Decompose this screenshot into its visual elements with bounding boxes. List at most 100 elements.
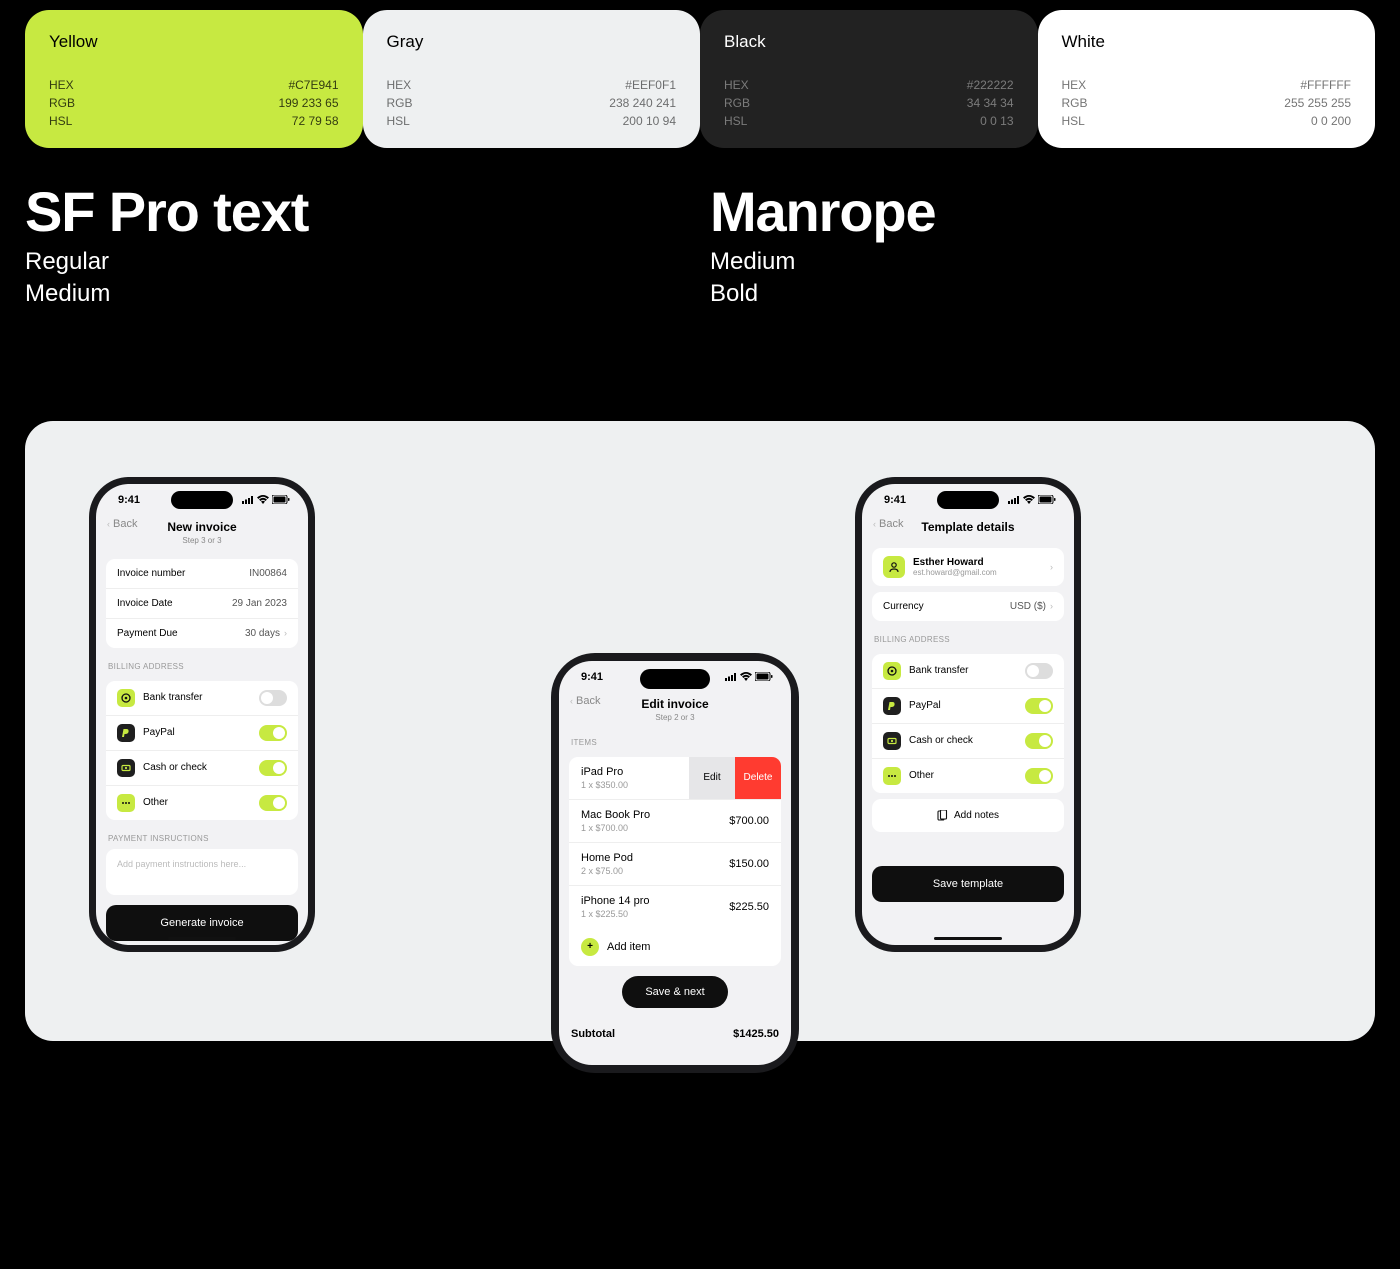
toggle-cash[interactable] (259, 760, 287, 776)
back-button[interactable]: ‹Back (107, 518, 137, 530)
invoice-meta-card: Invoice numberIN00864 Invoice Date29 Jan… (106, 559, 298, 648)
wifi-icon (740, 672, 752, 681)
back-button[interactable]: ‹Back (873, 518, 903, 530)
dynamic-island (937, 491, 999, 509)
toggle-other[interactable] (1025, 768, 1053, 784)
edit-button[interactable]: Edit (689, 757, 735, 799)
font-weight: Medium (710, 246, 1375, 278)
cash-icon (117, 759, 135, 777)
chevron-right-icon: › (284, 628, 287, 638)
font-weight: Regular (25, 246, 690, 278)
swatch-white: White HEX#FFFFFF RGB255 255 255 HSL0 0 2… (1038, 10, 1376, 148)
battery-icon (755, 672, 773, 681)
payment-other: Other (106, 785, 298, 820)
mockup-stage: 9:41 ‹Back New invoice Step 3 or 3 (25, 421, 1375, 1041)
contact-email: est.howard@gmail.com (913, 568, 1042, 577)
currency-card[interactable]: Currency USD ($)› (872, 592, 1064, 621)
payment-instructions-input[interactable]: Add payment instructions here... (106, 849, 298, 895)
save-template-button[interactable]: Save template (872, 866, 1064, 902)
payment-cash: Cash or check (872, 723, 1064, 758)
status-time: 9:41 (884, 494, 906, 506)
payment-other: Other (872, 758, 1064, 793)
invoice-number-row[interactable]: Invoice numberIN00864 (106, 559, 298, 588)
phone-template-details: 9:41 ‹Back Template details Esther Howar… (855, 477, 1081, 952)
screen-subtitle: Step 3 or 3 (96, 536, 308, 545)
bank-icon (117, 689, 135, 707)
delete-button[interactable]: Delete (735, 757, 781, 799)
item-row-swiped: iPad Pro1 x $350.00 Edit Delete (569, 757, 781, 799)
toggle-bank[interactable] (1025, 663, 1053, 679)
typography-section: SF Pro text Regular Medium Manrope Mediu… (0, 148, 1400, 311)
swatch-black: Black HEX#222222 RGB34 34 34 HSL0 0 13 (700, 10, 1038, 148)
swatch-gray: Gray HEX#EEF0F1 RGB238 240 241 HSL200 10… (363, 10, 701, 148)
contact-card[interactable]: Esther Howard est.howard@gmail.com › (872, 548, 1064, 586)
other-icon (117, 794, 135, 812)
toggle-other[interactable] (259, 795, 287, 811)
save-next-button[interactable]: Save & next (622, 976, 728, 1008)
status-time: 9:41 (118, 494, 140, 506)
payment-bank-transfer: Bank transfer (106, 681, 298, 715)
back-button[interactable]: ‹Back (570, 695, 600, 707)
swatch-yellow: Yellow HEX#C7E941 RGB199 233 65 HSL72 79… (25, 10, 363, 148)
signal-icon (242, 496, 254, 504)
chevron-left-icon: ‹ (107, 519, 110, 529)
screen-subtitle: Step 2 or 3 (559, 713, 791, 722)
section-label: ITEMS (559, 730, 791, 751)
payment-bank-transfer: Bank transfer (872, 654, 1064, 688)
toggle-paypal[interactable] (1025, 698, 1053, 714)
paypal-icon (883, 697, 901, 715)
font-weight: Medium (25, 278, 690, 310)
swatch-name: Yellow (49, 32, 339, 52)
bank-icon (883, 662, 901, 680)
cash-icon (883, 732, 901, 750)
swatch-name: Gray (387, 32, 677, 52)
battery-icon (272, 495, 290, 504)
invoice-date-row[interactable]: Invoice Date29 Jan 2023 (106, 588, 298, 618)
payment-methods-card: Bank transfer PayPal Cash or check Other (872, 654, 1064, 793)
avatar-icon (883, 556, 905, 578)
section-label: PAYMENT INSRUCTIONS (96, 826, 308, 847)
payment-methods-card: Bank transfer PayPal Cash or check Other (106, 681, 298, 820)
payment-due-row[interactable]: Payment Due30 days› (106, 618, 298, 648)
subtotal-row: Subtotal $1425.50 (559, 1018, 791, 1050)
chevron-left-icon: ‹ (873, 519, 876, 529)
add-item-button[interactable]: + Add item (569, 928, 781, 966)
signal-icon (1008, 496, 1020, 504)
swatch-name: White (1062, 32, 1352, 52)
font-name: Manrope (710, 184, 1375, 240)
phone-edit-invoice: 9:41 ‹Back Edit invoice Step 2 or 3 ITEM… (551, 653, 799, 1073)
status-time: 9:41 (581, 671, 603, 683)
toggle-paypal[interactable] (259, 725, 287, 741)
dynamic-island (640, 669, 710, 689)
contact-name: Esther Howard (913, 557, 1042, 568)
chevron-right-icon: › (1050, 562, 1053, 572)
font-name: SF Pro text (25, 184, 690, 240)
item-row[interactable]: Mac Book Pro1 x $700.00 $700.00 (569, 799, 781, 842)
signal-icon (725, 673, 737, 681)
battery-icon (1038, 495, 1056, 504)
section-label: BILLING ADDRESS (96, 654, 308, 675)
color-swatches: Yellow HEX#C7E941 RGB199 233 65 HSL72 79… (0, 0, 1400, 148)
item-row[interactable]: Home Pod2 x $75.00 $150.00 (569, 842, 781, 885)
payment-cash: Cash or check (106, 750, 298, 785)
toggle-bank[interactable] (259, 690, 287, 706)
notes-icon (937, 810, 948, 821)
item-row[interactable]: iPhone 14 pro1 x $225.50 $225.50 (569, 885, 781, 928)
wifi-icon (257, 495, 269, 504)
chevron-left-icon: ‹ (570, 696, 573, 706)
wifi-icon (1023, 495, 1035, 504)
other-icon (883, 767, 901, 785)
toggle-cash[interactable] (1025, 733, 1053, 749)
section-label: BILLING ADDRESS (862, 627, 1074, 648)
payment-paypal: PayPal (106, 715, 298, 750)
payment-paypal: PayPal (872, 688, 1064, 723)
dynamic-island (171, 491, 233, 509)
add-notes-button[interactable]: Add notes (872, 799, 1064, 832)
home-indicator (934, 937, 1002, 940)
phone-new-invoice: 9:41 ‹Back New invoice Step 3 or 3 (89, 477, 315, 952)
generate-invoice-button[interactable]: Generate invoice (106, 905, 298, 941)
home-indicator (168, 937, 236, 940)
plus-icon: + (581, 938, 599, 956)
font-weight: Bold (710, 278, 1375, 310)
items-list: iPad Pro1 x $350.00 Edit Delete Mac Book… (569, 757, 781, 966)
